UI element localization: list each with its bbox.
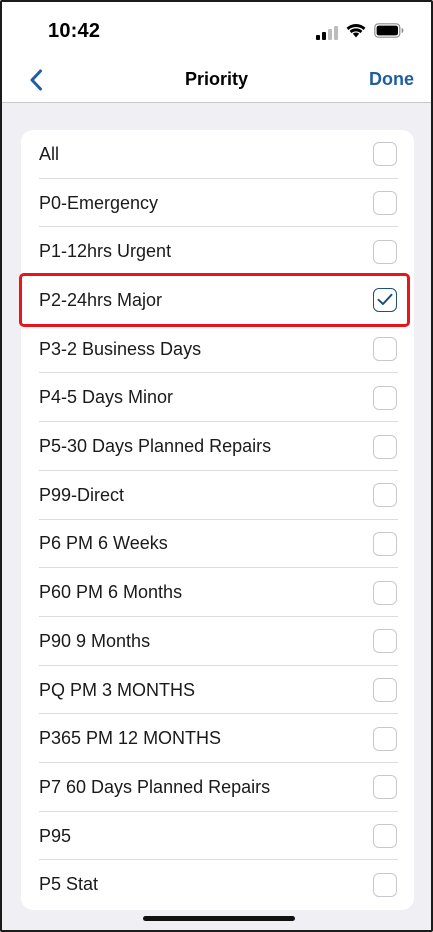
priority-label: P7 60 Days Planned Repairs (39, 776, 271, 797)
phone-screen: 10:42 Priority Done All P0-Emergency P1-… (0, 0, 433, 932)
priority-row[interactable]: P365 PM 12 MONTHS (21, 714, 414, 764)
home-indicator (143, 916, 295, 921)
priority-checkbox[interactable] (373, 872, 397, 897)
priority-label: P365 PM 12 MONTHS (39, 728, 222, 749)
priority-row[interactable]: P95 (21, 812, 414, 861)
priority-checkbox[interactable] (373, 726, 397, 751)
priority-row[interactable]: P99-Direct (21, 471, 414, 520)
priority-label: P60 PM 6 Months (39, 582, 183, 603)
battery-icon (374, 23, 404, 43)
priority-checkbox[interactable] (373, 678, 397, 703)
priority-label: P5 Stat (39, 874, 99, 895)
priority-label: P90 9 Months (39, 630, 151, 651)
priority-checkbox[interactable] (373, 580, 397, 605)
priority-row[interactable]: P0-Emergency (21, 179, 414, 228)
priority-label: P4-5 Days Minor (39, 387, 174, 408)
priority-row[interactable]: P1-12hrs Urgent (21, 227, 414, 277)
priority-label: All (39, 143, 60, 164)
priority-checkbox[interactable] (373, 434, 397, 459)
done-button[interactable]: Done (369, 69, 414, 90)
navigation-bar: Priority Done (2, 58, 431, 103)
priority-checkbox[interactable] (373, 142, 397, 167)
priority-checkbox[interactable] (373, 824, 397, 849)
priority-row[interactable]: P90 9 Months (21, 617, 414, 666)
checkmark-icon (377, 294, 393, 306)
priority-row[interactable]: P60 PM 6 Months (21, 568, 414, 617)
priority-row[interactable]: PQ PM 3 MONTHS (21, 666, 414, 715)
priority-list: All P0-Emergency P1-12hrs Urgent P2-24hrs M… (21, 130, 414, 910)
priority-row[interactable]: P2-24hrs Major (21, 276, 414, 325)
priority-label: P95 (39, 825, 72, 846)
priority-label: PQ PM 3 MONTHS (39, 679, 196, 700)
priority-label: P0-Emergency (39, 192, 159, 213)
priority-checkbox[interactable] (373, 191, 397, 216)
cellular-signal-icon (316, 26, 338, 40)
priority-row[interactable]: P5 Stat (21, 861, 414, 910)
priority-label: P99-Direct (39, 484, 125, 505)
priority-label: P5-30 Days Planned Repairs (39, 436, 272, 457)
priority-label: P6 PM 6 Weeks (39, 533, 168, 554)
page-title: Priority (184, 69, 249, 89)
priority-row[interactable]: P7 60 Days Planned Repairs (21, 763, 414, 812)
status-time: 10:42 (48, 20, 101, 42)
priority-label: P3-2 Business Days (39, 338, 202, 359)
status-bar: 10:42 (2, 2, 431, 58)
priority-checkbox[interactable] (373, 337, 397, 362)
priority-row[interactable]: P6 PM 6 Weeks (21, 520, 414, 569)
priority-row[interactable]: P3-2 Business Days (21, 325, 414, 374)
priority-checkbox[interactable] (373, 239, 397, 264)
priority-checkbox[interactable] (373, 385, 397, 410)
priority-row[interactable]: P4-5 Days Minor (21, 374, 414, 423)
priority-checkbox[interactable] (373, 288, 397, 313)
priority-label: P1-12hrs Urgent (39, 241, 172, 262)
priority-row[interactable]: All (21, 130, 414, 179)
content-area: All P0-Emergency P1-12hrs Urgent P2-24hrs M… (2, 103, 431, 930)
priority-row[interactable]: P5-30 Days Planned Repairs (21, 422, 414, 471)
status-icons (316, 23, 404, 43)
priority-checkbox[interactable] (373, 483, 397, 508)
priority-label: P2-24hrs Major (39, 289, 163, 310)
wifi-icon (346, 23, 366, 43)
priority-checkbox[interactable] (373, 629, 397, 654)
priority-checkbox[interactable] (373, 531, 397, 556)
priority-checkbox[interactable] (373, 775, 397, 800)
